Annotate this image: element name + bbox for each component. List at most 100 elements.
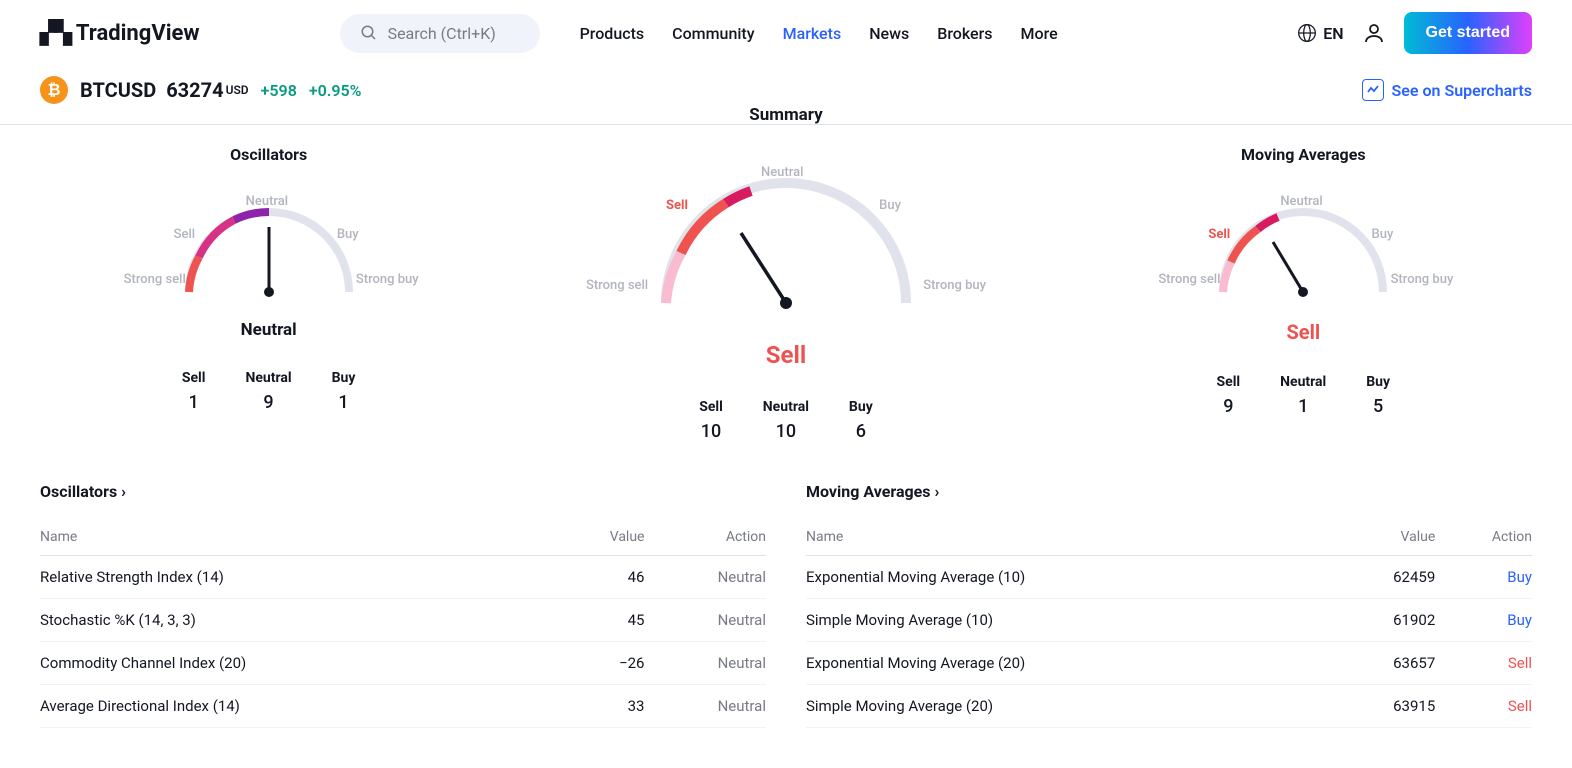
ticker-change-abs: +598 bbox=[261, 81, 297, 100]
supercharts-label: See on Supercharts bbox=[1392, 81, 1532, 100]
cell-action: Buy bbox=[1435, 599, 1532, 642]
label-buy: Buy bbox=[1372, 227, 1394, 242]
col-action: Action bbox=[644, 519, 766, 556]
nav-brokers[interactable]: Brokers bbox=[937, 24, 992, 43]
label-strong-buy: Strong buy bbox=[356, 272, 419, 287]
label-sell: Sell bbox=[666, 198, 688, 213]
table-row: Simple Moving Average (10)61902Buy bbox=[806, 599, 1532, 642]
gauge-summary-result: Sell bbox=[596, 341, 976, 369]
profile-icon[interactable] bbox=[1362, 21, 1386, 45]
gauge-oscillators-counts: Sell1 Neutral9 Buy1 bbox=[139, 370, 399, 413]
nav-products[interactable]: Products bbox=[580, 24, 645, 43]
nav-markets[interactable]: Markets bbox=[783, 24, 842, 43]
cell-action: Neutral bbox=[644, 685, 766, 728]
ticker-change-pct: +0.95% bbox=[309, 81, 362, 100]
cell-name: Exponential Moving Average (20) bbox=[806, 642, 1334, 685]
gauge-ma-dial: Strong sell Sell Neutral Buy Strong buy bbox=[1173, 172, 1433, 312]
table-row: Exponential Moving Average (20)63657Sell bbox=[806, 642, 1532, 685]
label-buy: Buy bbox=[337, 227, 359, 242]
cell-value: 61902 bbox=[1334, 599, 1435, 642]
search-icon bbox=[360, 24, 378, 42]
oscillators-table: Name Value Action Relative Strength Inde… bbox=[40, 519, 766, 728]
cell-action: Sell bbox=[1435, 685, 1532, 728]
gauge-summary-title: Summary bbox=[596, 105, 976, 125]
cell-name: Commodity Channel Index (20) bbox=[40, 642, 557, 685]
gauge-oscillators-result: Neutral bbox=[139, 320, 399, 340]
label-buy: Buy bbox=[879, 198, 901, 213]
gauge-oscillators-title: Oscillators bbox=[139, 145, 399, 164]
nav-community[interactable]: Community bbox=[672, 24, 754, 43]
label-sell: Sell bbox=[1208, 227, 1230, 242]
gauge-moving-averages: Moving Averages Strong sell Sell Neutral… bbox=[1173, 145, 1433, 442]
table-row: Simple Moving Average (20)63915Sell bbox=[806, 685, 1532, 728]
cell-value: 33 bbox=[557, 685, 644, 728]
oscillators-table-section: Oscillators › Name Value Action Relative… bbox=[40, 482, 766, 728]
cell-name: Exponential Moving Average (10) bbox=[806, 556, 1334, 599]
ticker-symbol[interactable]: BTCUSD bbox=[80, 78, 156, 102]
cell-value: 63657 bbox=[1334, 642, 1435, 685]
cell-name: Simple Moving Average (10) bbox=[806, 599, 1334, 642]
nav-news[interactable]: News bbox=[869, 24, 909, 43]
get-started-button[interactable]: Get started bbox=[1404, 12, 1532, 54]
gauge-oscillators-dial: Strong sell Sell Neutral Buy Strong buy bbox=[139, 172, 399, 312]
globe-icon bbox=[1297, 23, 1317, 43]
bitcoin-icon: ₿ bbox=[40, 76, 68, 104]
nav-more[interactable]: More bbox=[1021, 24, 1058, 43]
gauge-ma-title: Moving Averages bbox=[1173, 145, 1433, 164]
col-action: Action bbox=[1435, 519, 1532, 556]
ticker-price: 63274 bbox=[166, 78, 223, 102]
ma-table-title[interactable]: Moving Averages › bbox=[806, 482, 1532, 501]
cell-value: 62459 bbox=[1334, 556, 1435, 599]
col-value: Value bbox=[1334, 519, 1435, 556]
gauge-ma-counts: Sell9 Neutral1 Buy5 bbox=[1173, 374, 1433, 417]
logo-text: TradingView bbox=[76, 21, 200, 46]
gauge-ma-result: Sell bbox=[1173, 320, 1433, 344]
search-box[interactable]: Search (Ctrl+K) bbox=[340, 14, 540, 53]
language-selector[interactable]: EN bbox=[1297, 23, 1343, 43]
chart-icon bbox=[1362, 79, 1384, 101]
label-strong-buy: Strong buy bbox=[923, 278, 986, 293]
cell-action: Buy bbox=[1435, 556, 1532, 599]
gauge-summary-dial: Strong sell Sell Neutral Buy Strong buy bbox=[596, 133, 976, 333]
lang-label: EN bbox=[1323, 24, 1343, 43]
gauges-row: Oscillators Strong sell Sell Neutral Buy… bbox=[0, 125, 1572, 482]
cell-value: 63915 bbox=[1334, 685, 1435, 728]
table-row: Relative Strength Index (14)46Neutral bbox=[40, 556, 766, 599]
cell-action: Sell bbox=[1435, 642, 1532, 685]
col-name: Name bbox=[40, 519, 557, 556]
search-placeholder: Search (Ctrl+K) bbox=[388, 24, 496, 43]
gauge-summary-counts: Sell10 Neutral10 Buy6 bbox=[596, 399, 976, 442]
cell-action: Neutral bbox=[644, 642, 766, 685]
gauge-oscillators: Oscillators Strong sell Sell Neutral Buy… bbox=[139, 145, 399, 442]
logo[interactable]: ▞▚ TradingView bbox=[40, 21, 200, 46]
cell-name: Stochastic %K (14, 3, 3) bbox=[40, 599, 557, 642]
cell-value: −26 bbox=[557, 642, 644, 685]
table-row: Commodity Channel Index (20)−26Neutral bbox=[40, 642, 766, 685]
cell-name: Simple Moving Average (20) bbox=[806, 685, 1334, 728]
cell-action: Neutral bbox=[644, 599, 766, 642]
logo-icon: ▞▚ bbox=[40, 21, 70, 46]
label-strong-sell: Strong sell bbox=[124, 272, 186, 287]
supercharts-link[interactable]: See on Supercharts bbox=[1362, 79, 1532, 101]
ticker-currency: USD bbox=[226, 83, 249, 97]
gauge-summary: Summary Strong sell Sell Neutral Buy Str… bbox=[596, 105, 976, 442]
ma-table-section: Moving Averages › Name Value Action Expo… bbox=[806, 482, 1532, 728]
main-nav: Products Community Markets News Brokers … bbox=[580, 24, 1058, 43]
cell-value: 45 bbox=[557, 599, 644, 642]
label-neutral: Neutral bbox=[761, 165, 803, 180]
table-row: Exponential Moving Average (10)62459Buy bbox=[806, 556, 1532, 599]
oscillators-table-title[interactable]: Oscillators › bbox=[40, 482, 766, 501]
label-strong-buy: Strong buy bbox=[1391, 272, 1454, 287]
cell-name: Relative Strength Index (14) bbox=[40, 556, 557, 599]
header-actions: EN Get started bbox=[1297, 12, 1532, 54]
label-neutral: Neutral bbox=[246, 194, 288, 209]
cell-action: Neutral bbox=[644, 556, 766, 599]
col-name: Name bbox=[806, 519, 1334, 556]
col-value: Value bbox=[557, 519, 644, 556]
label-neutral: Neutral bbox=[1280, 194, 1322, 209]
cell-name: Average Directional Index (14) bbox=[40, 685, 557, 728]
table-row: Average Directional Index (14)33Neutral bbox=[40, 685, 766, 728]
label-strong-sell: Strong sell bbox=[586, 278, 648, 293]
tables-row: Oscillators › Name Value Action Relative… bbox=[0, 482, 1572, 768]
table-row: Stochastic %K (14, 3, 3)45Neutral bbox=[40, 599, 766, 642]
